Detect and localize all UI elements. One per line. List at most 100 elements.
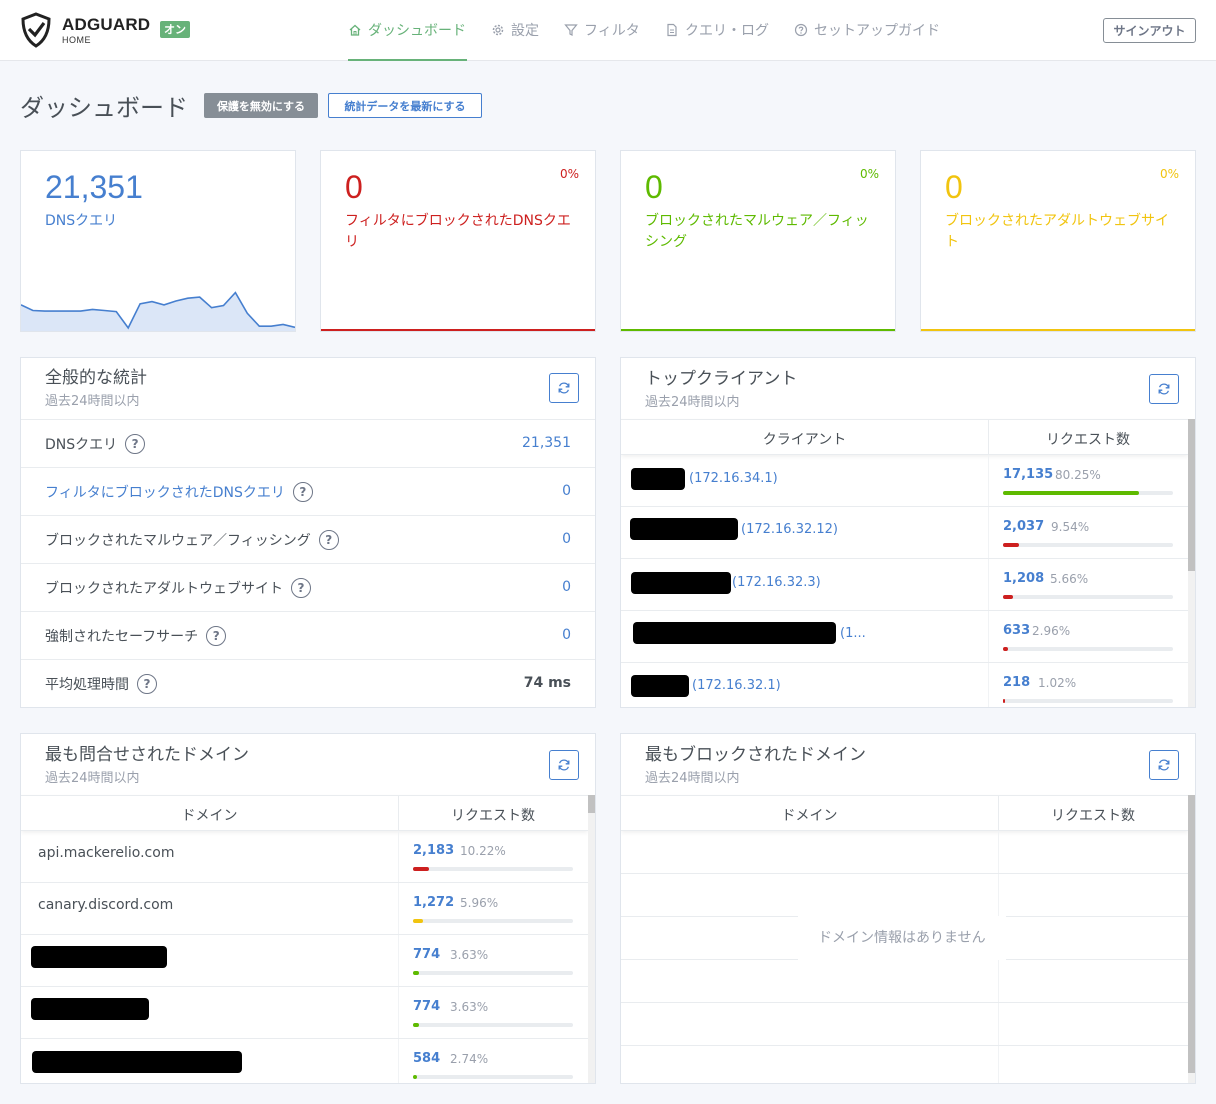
request-count: 633 bbox=[1003, 623, 1031, 638]
column-divider bbox=[988, 455, 989, 506]
table-row[interactable]: 774 3.63% bbox=[21, 935, 588, 987]
brand-name[interactable]: ADGUARD bbox=[62, 15, 150, 35]
refresh-button[interactable] bbox=[1149, 374, 1179, 404]
nav-query-log-label: クエリ・ログ bbox=[685, 23, 769, 39]
column-divider bbox=[998, 960, 999, 1002]
dns-queries-sparkline bbox=[21, 291, 295, 331]
request-count: 774 bbox=[413, 947, 441, 962]
table-scrollbar[interactable] bbox=[1188, 795, 1195, 1083]
request-percent: 2.74% bbox=[450, 1052, 489, 1066]
stat-row-text: ブロックされたマルウェア／フィッシング bbox=[45, 533, 311, 549]
column-divider bbox=[988, 507, 989, 558]
help-icon[interactable]: ? bbox=[125, 434, 146, 454]
nav-dashboard[interactable]: ダッシュボード bbox=[348, 20, 466, 40]
home-icon bbox=[349, 24, 361, 36]
nav-filters[interactable]: フィルタ bbox=[564, 20, 640, 40]
stat-percent: 0% bbox=[859, 167, 879, 181]
nav-settings[interactable]: 設定 bbox=[491, 20, 539, 40]
progress-bar bbox=[413, 1023, 573, 1027]
table-scrollbar[interactable] bbox=[588, 795, 595, 1083]
scrollbar-thumb[interactable] bbox=[1188, 419, 1195, 571]
column-divider bbox=[988, 559, 989, 610]
scrollbar-thumb[interactable] bbox=[1188, 795, 1195, 1073]
scrollbar-thumb[interactable] bbox=[588, 795, 595, 813]
table-header: ドメイン リクエスト数 bbox=[621, 795, 1188, 832]
help-icon[interactable]: ? bbox=[206, 626, 227, 646]
progress-fill bbox=[1003, 647, 1009, 651]
stat-row-label[interactable]: フィルタにブロックされたDNSクエリ? bbox=[45, 482, 313, 502]
domain-name[interactable]: api.mackerelio.com bbox=[38, 845, 174, 861]
help-icon[interactable]: ? bbox=[291, 578, 311, 598]
table-row[interactable]: (172.16.32.1) 218 1.02% bbox=[621, 663, 1188, 707]
stat-value: 0 bbox=[345, 169, 363, 205]
column-header-requests[interactable]: リクエスト数 bbox=[988, 429, 1188, 449]
refresh-button[interactable] bbox=[549, 373, 579, 403]
progress-bar bbox=[1003, 543, 1173, 547]
brand-subtitle: HOME bbox=[62, 35, 91, 45]
column-divider bbox=[988, 663, 989, 707]
top-header: ADGUARD HOME オン ダッシュボード 設定 フィルタ クエリ・ログ セ… bbox=[0, 0, 1216, 61]
request-count: 774 bbox=[413, 999, 441, 1014]
column-header-requests[interactable]: リクエスト数 bbox=[998, 805, 1188, 825]
table-row[interactable]: api.mackerelio.com 2,183 10.22% bbox=[21, 831, 588, 883]
request-percent: 5.66% bbox=[1050, 572, 1089, 586]
request-percent: 3.63% bbox=[450, 1000, 489, 1014]
progress-bar bbox=[413, 1075, 573, 1079]
column-divider bbox=[998, 1046, 999, 1083]
progress-fill bbox=[1003, 699, 1005, 703]
table-row[interactable]: (172.16.32.3) 1,208 5.66% bbox=[621, 559, 1188, 611]
stat-label: ブロックされたアダルトウェブサイト bbox=[945, 213, 1169, 250]
nav-setup-guide[interactable]: セットアップガイド bbox=[794, 20, 940, 40]
refresh-statistics-button[interactable]: 統計データを最新にする bbox=[328, 93, 482, 118]
client-ip[interactable]: (172.16.34.1) bbox=[689, 471, 778, 486]
panel-subtitle: 過去24時間以内 bbox=[45, 771, 140, 786]
signout-button[interactable]: サインアウト bbox=[1103, 18, 1196, 43]
table-row[interactable]: canary.discord.com 1,272 5.96% bbox=[21, 883, 588, 935]
table-row[interactable]: 774 3.63% bbox=[21, 987, 588, 1039]
nav-settings-label: 設定 bbox=[511, 23, 539, 39]
redacted-client-name bbox=[630, 518, 738, 540]
refresh-icon bbox=[1158, 383, 1170, 395]
stat-row-link[interactable]: フィルタにブロックされたDNSクエリ bbox=[45, 482, 285, 502]
column-divider bbox=[988, 611, 989, 662]
client-ip[interactable]: (172.16.32.1) bbox=[692, 678, 781, 693]
stat-value: 0 bbox=[645, 169, 663, 205]
disable-protection-button[interactable]: 保護を無効にする bbox=[204, 93, 318, 118]
column-header-client[interactable]: クライアント bbox=[621, 429, 988, 449]
help-icon[interactable]: ? bbox=[137, 674, 157, 694]
column-divider bbox=[998, 831, 999, 873]
column-header-requests[interactable]: リクエスト数 bbox=[398, 805, 588, 825]
column-divider bbox=[398, 1039, 399, 1083]
panel-subtitle: 過去24時間以内 bbox=[645, 395, 740, 410]
filter-icon bbox=[564, 24, 578, 36]
adguard-shield-icon[interactable] bbox=[20, 12, 52, 48]
help-icon[interactable]: ? bbox=[292, 482, 313, 502]
client-ip[interactable]: (1... bbox=[840, 626, 866, 641]
empty-row bbox=[621, 1003, 1188, 1046]
refresh-button[interactable] bbox=[1149, 750, 1179, 780]
domain-name[interactable]: canary.discord.com bbox=[38, 897, 173, 913]
client-ip[interactable]: (172.16.32.3) bbox=[732, 575, 821, 590]
column-divider bbox=[998, 1003, 999, 1045]
help-icon[interactable]: ? bbox=[318, 530, 339, 550]
column-header-domain[interactable]: ドメイン bbox=[21, 805, 398, 825]
nav-query-log[interactable]: クエリ・ログ bbox=[665, 20, 769, 40]
panel-title: 全般的な統計 bbox=[45, 368, 147, 388]
empty-row bbox=[621, 960, 1188, 1003]
progress-fill bbox=[413, 971, 419, 975]
table-row[interactable]: (172.16.32.12) 2,037 9.54% bbox=[621, 507, 1188, 559]
client-ip[interactable]: (172.16.32.12) bbox=[741, 522, 838, 537]
progress-fill bbox=[413, 1023, 419, 1027]
request-count: 1,272 bbox=[413, 895, 455, 910]
stat-row-label: DNSクエリ? bbox=[45, 434, 146, 454]
table-row[interactable]: (172.16.34.1) 17,135 80.25% bbox=[621, 455, 1188, 507]
column-header-domain[interactable]: ドメイン bbox=[621, 805, 998, 825]
table-row[interactable]: 584 2.74% bbox=[21, 1039, 588, 1083]
stat-percent: 0% bbox=[559, 167, 579, 181]
nav-filters-label: フィルタ bbox=[584, 23, 640, 39]
refresh-button[interactable] bbox=[549, 750, 579, 780]
table-row[interactable]: (1... 633 2.96% bbox=[621, 611, 1188, 663]
table-scrollbar[interactable] bbox=[1188, 419, 1195, 707]
empty-row bbox=[621, 831, 1188, 874]
stat-label: フィルタにブロックされたDNSクエリ bbox=[345, 213, 571, 250]
